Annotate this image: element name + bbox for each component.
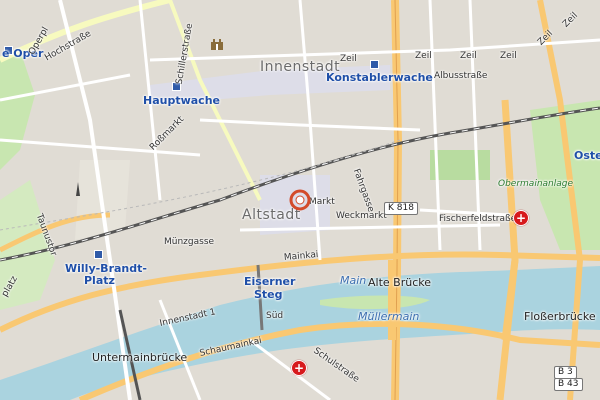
bridge-label-eiserner-2: Steg <box>254 288 283 301</box>
street-label-weckmarkt: Weckmarkt <box>336 211 387 221</box>
street-label-zeil-4: Zeil <box>500 51 517 61</box>
street-label-muenzgasse: Münzgasse <box>164 237 215 247</box>
street-label-albusstrasse: Albusstraße <box>434 71 488 81</box>
water-label-main: Main <box>340 274 367 287</box>
bridge-label-alte-bruecke: Alte Brücke <box>368 276 431 289</box>
station-icon-konstablerwache[interactable] <box>370 60 379 69</box>
park-square <box>430 150 490 180</box>
water-label-muellermain: Müllermain <box>358 310 420 323</box>
map-canvas[interactable]: Innenstadt Altstadt e Oper Hauptwache Ko… <box>0 0 600 400</box>
hospital-icon[interactable]: + <box>513 210 529 226</box>
location-pin-icon[interactable] <box>289 189 311 211</box>
street-label-zeil-2: Zeil <box>415 51 432 61</box>
street-label-sued: Süd <box>266 311 284 321</box>
route-shield-k818: K 818 <box>384 202 418 215</box>
museum-icon[interactable] <box>210 37 224 51</box>
station-label-willy-brandt-1[interactable]: Willy-Brandt- <box>65 263 147 274</box>
street-label-markt: Markt <box>309 197 335 207</box>
station-label-willy-brandt-2[interactable]: Platz <box>84 275 115 286</box>
monument-icon[interactable] <box>73 182 83 198</box>
bridge-label-eiserner-1: Eiserner <box>244 275 296 288</box>
bridge-label-untermainbruecke: Untermainbrücke <box>92 351 188 364</box>
bridge-label-flosserbruecke: Floßerbrücke <box>524 310 596 323</box>
station-label-ostend[interactable]: Oste <box>574 150 600 161</box>
park-label-obermainanlage: Obermainanlage <box>498 179 574 189</box>
station-label-hauptwache[interactable]: Hauptwache <box>143 95 220 106</box>
street-label-zeil-1: Zeil <box>340 54 357 64</box>
street-label-fischerfeldstrasse: Fischerfeldstraße <box>439 214 517 224</box>
station-icon-willy-brandt[interactable] <box>94 250 103 259</box>
hospital-icon[interactable]: + <box>291 360 307 376</box>
station-label-konstablerwache[interactable]: Konstablerwache <box>326 72 433 83</box>
street-label-zeil-3: Zeil <box>460 51 477 61</box>
route-shield-b43: B 43 <box>554 378 583 391</box>
